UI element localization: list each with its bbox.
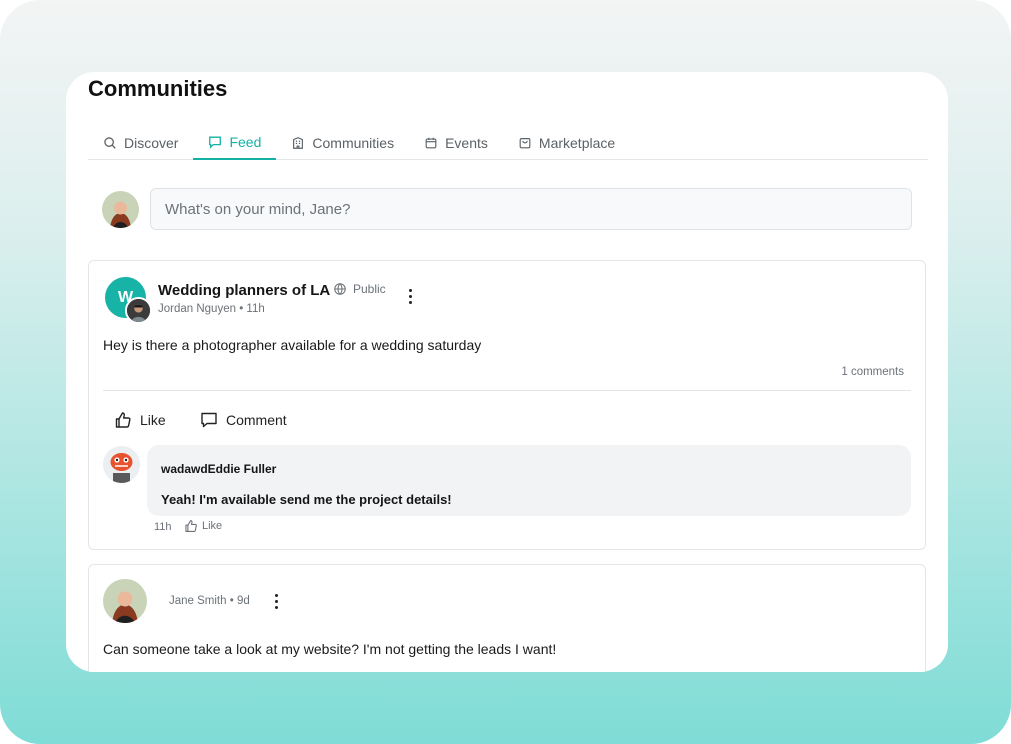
tab-label: Discover	[124, 134, 179, 151]
tab-label: Communities	[312, 134, 395, 151]
post-card: Jane Smith • 9d Can someone take a look …	[88, 564, 926, 672]
tab-bar: Discover Feed Communities Events Marketp…	[88, 126, 928, 160]
comment-button[interactable]: Comment	[200, 411, 287, 429]
thumbs-up-icon	[115, 412, 131, 428]
chat-icon	[209, 136, 222, 149]
more-options-icon[interactable]	[402, 285, 418, 307]
like-label: Like	[140, 412, 166, 428]
search-icon	[104, 136, 116, 149]
comment-author[interactable]: wadawdEddie Fuller	[161, 462, 276, 476]
comment-time: 11h	[154, 521, 172, 533]
comment-label: Comment	[226, 412, 287, 428]
tab-marketplace[interactable]: Marketplace	[503, 126, 630, 159]
post-composer-input[interactable]	[150, 188, 912, 230]
tab-events[interactable]: Events	[409, 126, 503, 159]
shopping-bag-icon	[519, 137, 531, 148]
building-icon	[293, 136, 304, 149]
avatar[interactable]	[102, 191, 139, 228]
thumbs-up-icon	[185, 520, 197, 532]
author-avatar[interactable]	[103, 579, 147, 623]
group-name[interactable]: Wedding planners of LA	[158, 282, 330, 299]
visibility-label: Public	[353, 282, 386, 296]
comment-icon	[201, 412, 217, 428]
tab-label: Marketplace	[538, 134, 616, 151]
comment-bubble: wadawdEddie Fuller Yeah! I'm available s…	[147, 445, 911, 516]
tab-label: Feed	[229, 134, 262, 150]
tab-feed[interactable]: Feed	[193, 126, 277, 160]
post-meta: Jane Smith • 9d	[169, 595, 250, 607]
communities-panel: Communities Discover Feed Communities Ev…	[66, 72, 948, 672]
tab-label: Events	[445, 134, 488, 151]
post-card: W Wedding planners of LA Public Jordan N…	[88, 260, 926, 550]
commenter-avatar[interactable]	[103, 446, 140, 483]
like-button[interactable]: Like	[114, 411, 166, 429]
comments-count[interactable]: 1 comments	[841, 366, 904, 378]
calendar-icon	[425, 137, 437, 148]
post-meta: Jordan Nguyen • 11h	[158, 303, 265, 315]
comment-like-button[interactable]: Like	[184, 519, 222, 533]
divider	[103, 390, 911, 391]
post-text: Hey is there a photographer available fo…	[103, 337, 482, 353]
page-title: Communities	[88, 76, 228, 101]
tab-communities[interactable]: Communities	[276, 126, 409, 159]
post-text: Can someone take a look at my website? I…	[103, 641, 557, 657]
visibility-badge: Public	[333, 282, 386, 296]
comment-text: Yeah! I'm available send me the project …	[161, 492, 452, 507]
author-avatar[interactable]	[125, 297, 152, 324]
tab-discover[interactable]: Discover	[88, 126, 193, 159]
comment-like-label: Like	[202, 520, 223, 532]
globe-icon	[334, 283, 346, 295]
more-options-icon[interactable]	[268, 590, 284, 612]
